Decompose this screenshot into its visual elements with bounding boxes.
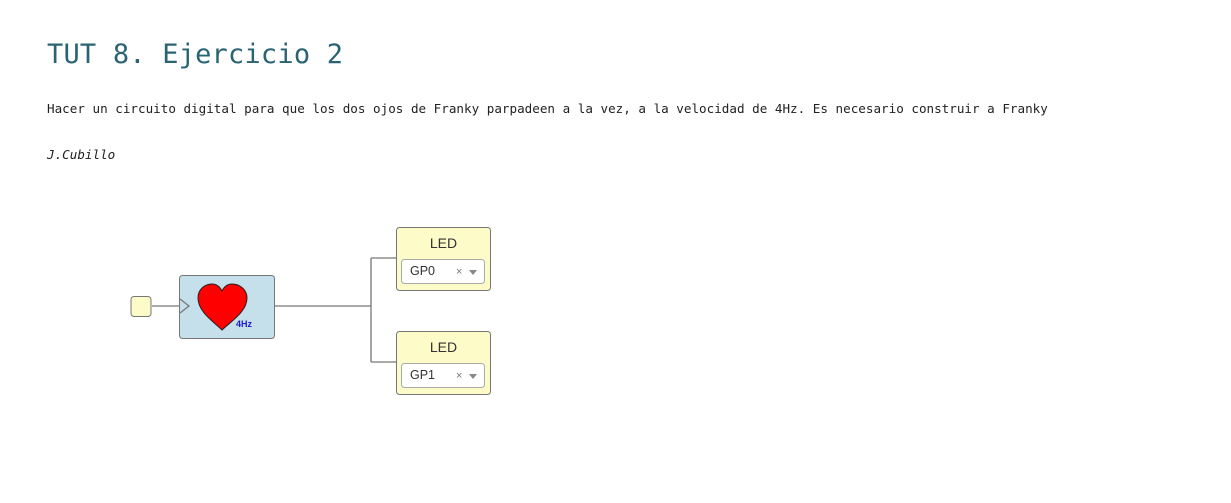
clear-icon[interactable]: ×: [456, 370, 462, 382]
pin-select-gp1[interactable]: GP1 ×: [401, 363, 485, 388]
pin-select-gp0[interactable]: GP0 ×: [401, 259, 485, 284]
led-label: LED: [430, 235, 457, 251]
led-label: LED: [430, 339, 457, 355]
heart-block[interactable]: 4Hz: [179, 275, 275, 339]
input-port[interactable]: [130, 296, 152, 317]
frequency-label: 4Hz: [236, 319, 253, 329]
clear-icon[interactable]: ×: [456, 266, 462, 278]
circuit-diagram: 4Hz LED GP0 × LED GP1 ×: [130, 227, 491, 395]
pin-select-value: GP1: [410, 368, 435, 382]
led-block-gp1[interactable]: LED GP1 ×: [396, 331, 491, 395]
led-block-gp0[interactable]: LED GP0 ×: [396, 227, 491, 291]
pin-select-value: GP0: [410, 264, 435, 278]
